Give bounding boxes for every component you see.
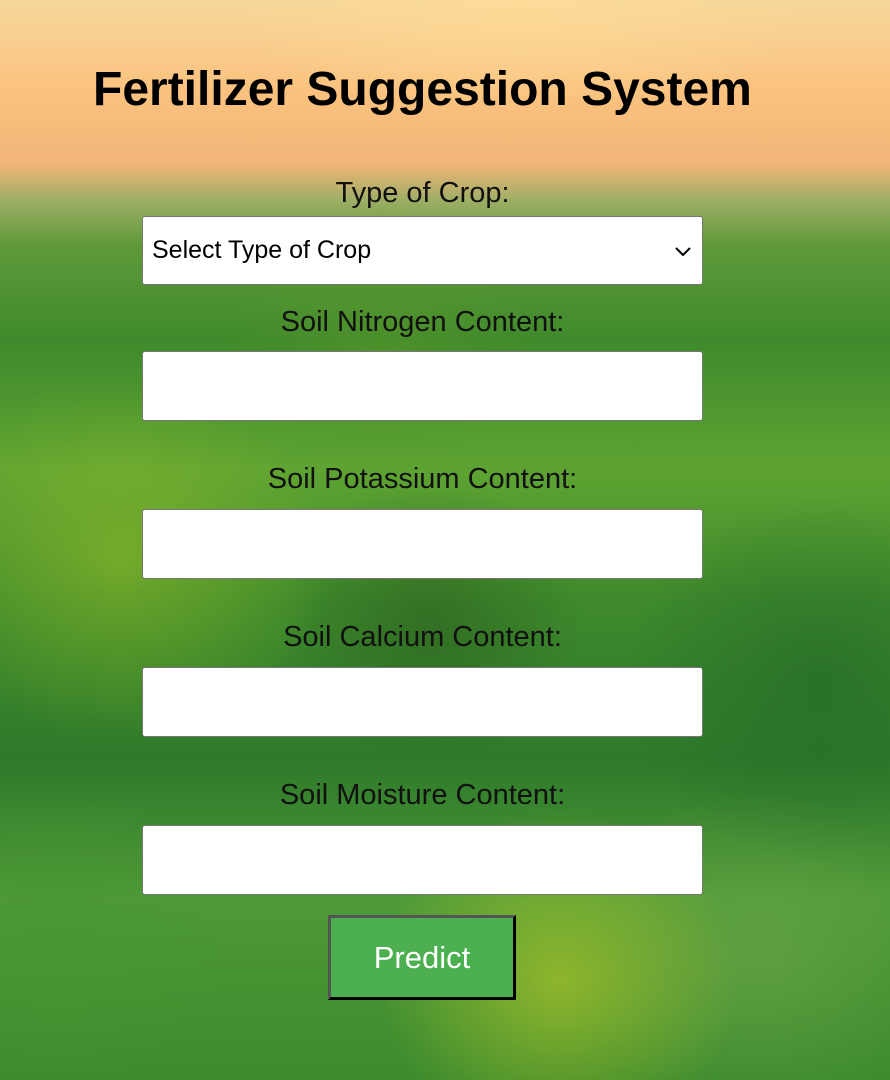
chevron-down-icon [675,247,691,257]
crop-type-selected-value: Select Type of Crop [152,236,372,264]
crop-type-label: Type of Crop: [335,177,510,209]
calcium-input[interactable] [142,667,703,737]
predict-button[interactable]: Predict [328,915,516,1000]
potassium-label: Soil Potassium Content: [267,463,578,495]
nitrogen-label: Soil Nitrogen Content: [280,306,565,338]
potassium-input[interactable] [142,509,703,579]
moisture-input[interactable] [142,825,703,895]
crop-type-select[interactable]: Select Type of Crop [142,216,703,285]
page-title: Fertilizer Suggestion System [93,63,752,116]
moisture-label: Soil Moisture Content: [279,779,566,811]
nitrogen-input[interactable] [142,351,703,421]
calcium-label: Soil Calcium Content: [283,621,562,653]
